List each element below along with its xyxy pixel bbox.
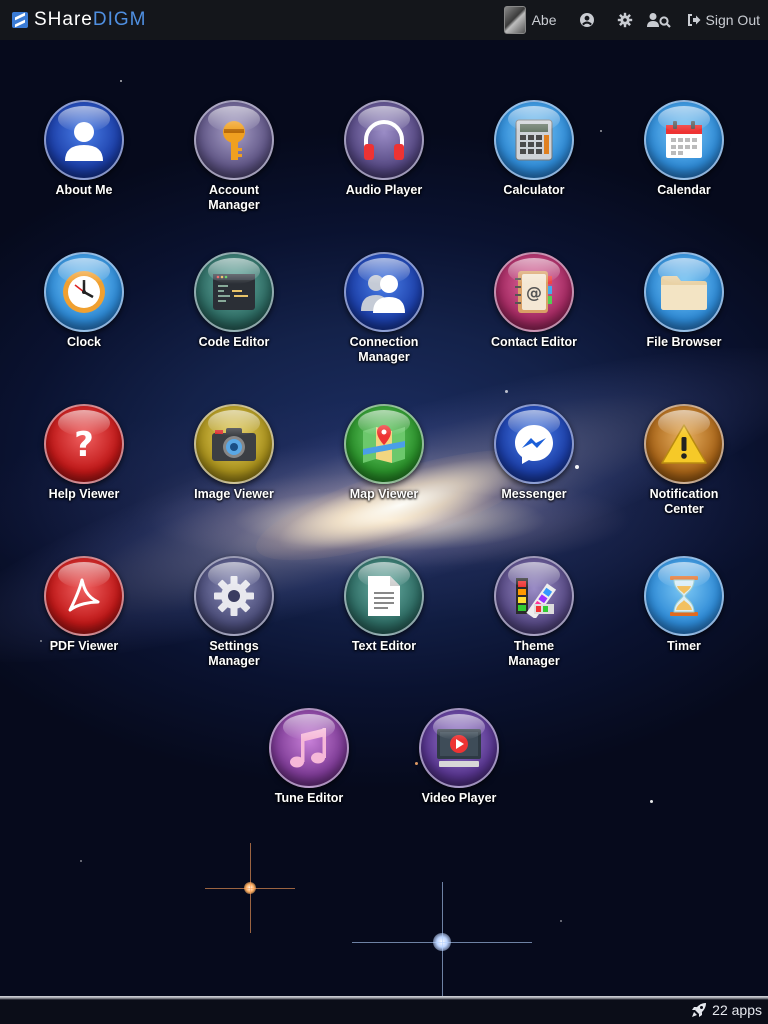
calculator-icon (494, 100, 574, 180)
music-note-icon (269, 708, 349, 788)
settings-gear-icon (194, 556, 274, 636)
app-label: Timer (667, 639, 701, 653)
app-account-manager[interactable]: Account Manager (169, 100, 299, 213)
app-pdf-viewer[interactable]: PDF Viewer (19, 556, 149, 654)
app-timer[interactable]: Timer (619, 556, 749, 654)
sign-out-label: Sign Out (705, 12, 760, 28)
app-label: Audio Player (345, 183, 423, 197)
app-clock[interactable]: Clock (19, 252, 149, 350)
app-label: Tune Editor (274, 791, 344, 805)
gear-icon[interactable] (617, 12, 633, 28)
app-label: Image Viewer (194, 487, 274, 501)
users-icon (344, 252, 424, 332)
headphones-icon (344, 100, 424, 180)
app-label: File Browser (646, 335, 722, 349)
bottom-taskbar: 22 apps (0, 996, 768, 1024)
sign-out-button[interactable]: Sign Out (687, 12, 760, 28)
app-code-editor[interactable]: Code Editor (169, 252, 299, 350)
app-label: Help Viewer (48, 487, 120, 501)
user-search-icon[interactable] (646, 12, 671, 28)
document-icon (344, 556, 424, 636)
app-label: Account Manager (208, 183, 260, 212)
app-label: Video Player (421, 791, 497, 805)
app-label: Map Viewer (349, 487, 419, 501)
sharedigm-logo-icon (12, 12, 28, 28)
app-theme-manager[interactable]: Theme Manager (469, 556, 599, 669)
code-editor-icon (194, 252, 274, 332)
app-label: Connection Manager (349, 335, 419, 364)
app-label: About Me (55, 183, 113, 197)
app-map-viewer[interactable]: Map Viewer (319, 404, 449, 502)
app-about-me[interactable]: About Me (19, 100, 149, 198)
camera-icon (194, 404, 274, 484)
svg-text:?: ? (74, 425, 94, 464)
hourglass-icon (644, 556, 724, 636)
user-name[interactable]: Abe (532, 12, 557, 28)
app-notification-center[interactable]: Notification Center (619, 404, 749, 517)
app-calculator[interactable]: Calculator (469, 100, 599, 198)
app-file-browser[interactable]: File Browser (619, 252, 749, 350)
app-label: Code Editor (198, 335, 270, 349)
app-label: Notification Center (649, 487, 719, 516)
app-label: Theme Manager (508, 639, 560, 668)
app-label: Contact Editor (490, 335, 578, 349)
app-text-editor[interactable]: Text Editor (319, 556, 449, 654)
address-book-icon: @ (494, 252, 574, 332)
brand-name: SHareDIGM (34, 9, 147, 30)
app-video-player[interactable]: Video Player (394, 708, 524, 806)
app-contact-editor[interactable]: @ Contact Editor (469, 252, 599, 350)
app-count[interactable]: 22 apps (691, 1002, 762, 1018)
clock-icon (44, 252, 124, 332)
key-icon (194, 100, 274, 180)
app-label: Calendar (657, 183, 711, 197)
question-mark-icon: ? (44, 404, 124, 484)
app-messenger[interactable]: Messenger (469, 404, 599, 502)
app-label: Text Editor (351, 639, 417, 653)
top-bar: SHareDIGM Abe Sign Out (0, 0, 768, 40)
about-me-icon (44, 100, 124, 180)
app-label: Calculator (503, 183, 565, 197)
svg-text:@: @ (526, 283, 542, 302)
app-label: Messenger (501, 487, 567, 501)
video-screen-icon (419, 708, 499, 788)
brand-logo[interactable]: SHareDIGM (12, 0, 146, 40)
messenger-icon (494, 404, 574, 484)
calendar-icon (644, 100, 724, 180)
app-label: Clock (66, 335, 102, 349)
app-audio-player[interactable]: Audio Player (319, 100, 449, 198)
app-settings-manager[interactable]: Settings Manager (169, 556, 299, 669)
user-avatar[interactable] (503, 6, 526, 34)
folder-icon (644, 252, 724, 332)
user-circle-icon[interactable] (579, 12, 595, 28)
app-calendar[interactable]: Calendar (619, 100, 749, 198)
rocket-icon (692, 1003, 707, 1017)
app-label: Settings Manager (208, 639, 260, 668)
app-tune-editor[interactable]: Tune Editor (244, 708, 374, 806)
map-icon (344, 404, 424, 484)
color-palette-icon (494, 556, 574, 636)
app-connection-manager[interactable]: Connection Manager (319, 252, 449, 365)
sign-out-icon (687, 14, 701, 26)
pdf-icon (44, 556, 124, 636)
app-image-viewer[interactable]: Image Viewer (169, 404, 299, 502)
app-count-label: 22 apps (712, 1002, 762, 1018)
app-help-viewer[interactable]: ? Help Viewer (19, 404, 149, 502)
warning-icon (644, 404, 724, 484)
app-label: PDF Viewer (49, 639, 119, 653)
